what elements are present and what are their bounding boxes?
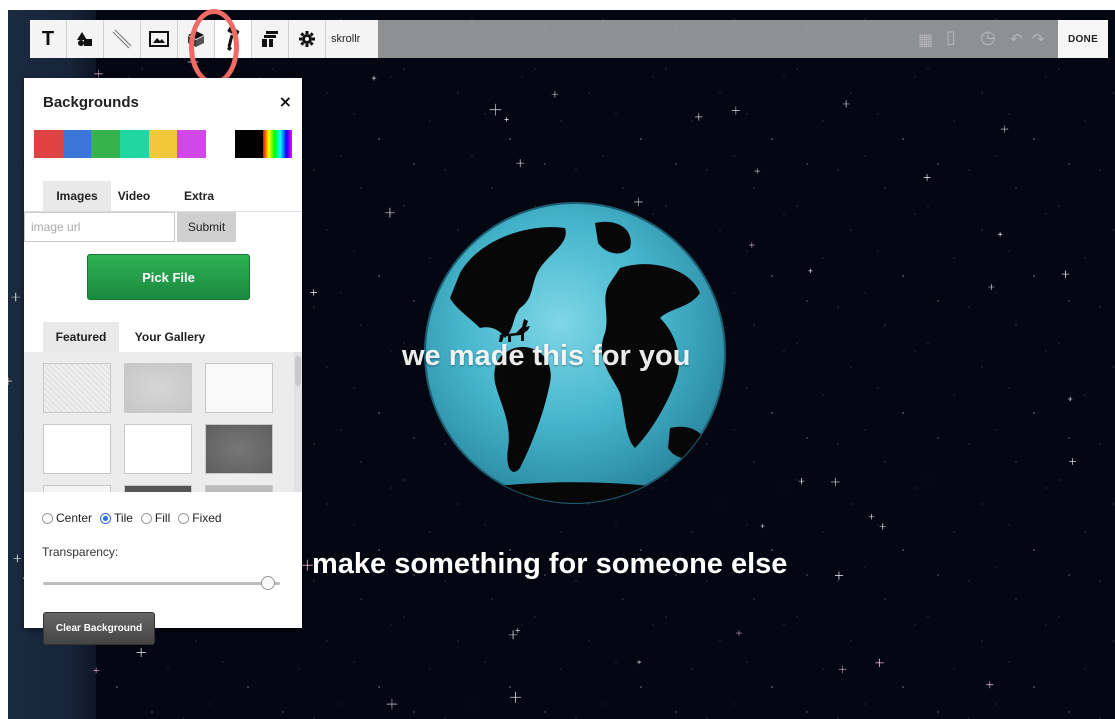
- redo-icon[interactable]: ↷: [1032, 30, 1045, 48]
- backgrounds-panel: Backgrounds × Images Video Extra Submit …: [24, 78, 302, 645]
- option-center[interactable]: Center: [42, 511, 92, 525]
- line-tool-button[interactable]: [104, 20, 141, 58]
- swatch-teal[interactable]: [120, 130, 149, 158]
- gallery-thumbnail[interactable]: [124, 424, 192, 474]
- image-icon: [149, 31, 169, 47]
- gallery-scroll-handle[interactable]: [295, 356, 301, 386]
- position-options: Center Tile Fill Fixed: [42, 511, 222, 525]
- gear-icon: [299, 31, 315, 47]
- swatch-black[interactable]: [234, 130, 264, 158]
- gallery-thumbnail[interactable]: [43, 363, 111, 413]
- pick-file-button[interactable]: Pick File: [87, 254, 250, 300]
- option-fixed[interactable]: Fixed: [178, 511, 222, 525]
- transparency-slider[interactable]: [43, 576, 280, 590]
- color-swatches: [34, 130, 293, 158]
- layers-icon: [262, 31, 278, 47]
- tab-images[interactable]: Images: [43, 181, 111, 211]
- shapes-icon: [77, 32, 92, 46]
- tool-highlight-ring: [189, 9, 239, 85]
- gallery-scrollbar[interactable]: [294, 352, 302, 492]
- transparency-slider-handle[interactable]: [261, 576, 276, 590]
- tab-your-gallery[interactable]: Your Gallery: [124, 322, 216, 352]
- radio-center[interactable]: [42, 512, 53, 524]
- swatch-white[interactable]: [206, 130, 235, 158]
- text-icon: T: [41, 27, 55, 50]
- transparency-label: Transparency:: [42, 545, 119, 559]
- swatch-green[interactable]: [91, 130, 121, 158]
- option-tile[interactable]: Tile: [100, 511, 133, 525]
- close-icon[interactable]: ×: [279, 92, 292, 111]
- swatch-rainbow[interactable]: [263, 130, 293, 158]
- image-tool-button[interactable]: [141, 20, 178, 58]
- gallery-thumbnail[interactable]: [205, 485, 273, 492]
- headline-text[interactable]: we made this for you: [402, 340, 690, 373]
- subline-text[interactable]: make something for someone else: [312, 548, 787, 581]
- gallery-thumbnail[interactable]: [43, 424, 111, 474]
- layers-tool-button[interactable]: [252, 20, 289, 58]
- swatch-purple[interactable]: [177, 130, 207, 158]
- undo-icon[interactable]: ↶: [1010, 30, 1023, 48]
- background-gallery: [24, 352, 302, 492]
- radio-fixed[interactable]: [178, 512, 190, 524]
- done-button[interactable]: DONE: [1058, 20, 1108, 58]
- mobile-preview-icon[interactable]: ▯: [946, 27, 956, 48]
- option-tile-label: Tile: [114, 511, 133, 525]
- swatch-red[interactable]: [34, 130, 63, 158]
- gallery-thumbnail[interactable]: [205, 363, 273, 413]
- source-tabs: Images Video Extra: [24, 181, 302, 212]
- option-center-label: Center: [56, 511, 93, 525]
- tab-featured[interactable]: Featured: [43, 322, 119, 352]
- clear-background-button[interactable]: Clear Background: [43, 612, 155, 645]
- gallery-thumbnail[interactable]: [205, 424, 273, 474]
- radio-tile[interactable]: [100, 512, 112, 524]
- option-fixed-label: Fixed: [192, 511, 222, 525]
- gallery-thumbnail[interactable]: [43, 485, 111, 492]
- grid-icon[interactable]: ▦: [918, 30, 933, 49]
- gallery-tabs: Featured Your Gallery: [24, 322, 302, 353]
- radio-fill[interactable]: [140, 512, 152, 524]
- settings-tool-button[interactable]: [289, 20, 326, 58]
- image-url-input[interactable]: [24, 212, 175, 242]
- gallery-thumbnail[interactable]: [124, 485, 192, 492]
- shapes-tool-button[interactable]: [67, 20, 104, 58]
- panel-title: Backgrounds: [43, 94, 139, 111]
- text-tool-button[interactable]: T: [30, 20, 67, 58]
- line-icon: [112, 29, 132, 49]
- skrollr-menu-item[interactable]: skrollr: [326, 20, 378, 58]
- clock-icon[interactable]: ◷: [980, 27, 996, 48]
- option-fill[interactable]: Fill: [140, 511, 171, 525]
- swatch-yellow[interactable]: [148, 130, 178, 158]
- option-fill-label: Fill: [154, 511, 171, 525]
- swatch-blue[interactable]: [62, 130, 92, 158]
- submit-button[interactable]: Submit: [177, 212, 236, 242]
- tab-extra[interactable]: Extra: [174, 181, 224, 211]
- gallery-thumbnail[interactable]: [124, 363, 192, 413]
- tab-video[interactable]: Video: [114, 181, 154, 211]
